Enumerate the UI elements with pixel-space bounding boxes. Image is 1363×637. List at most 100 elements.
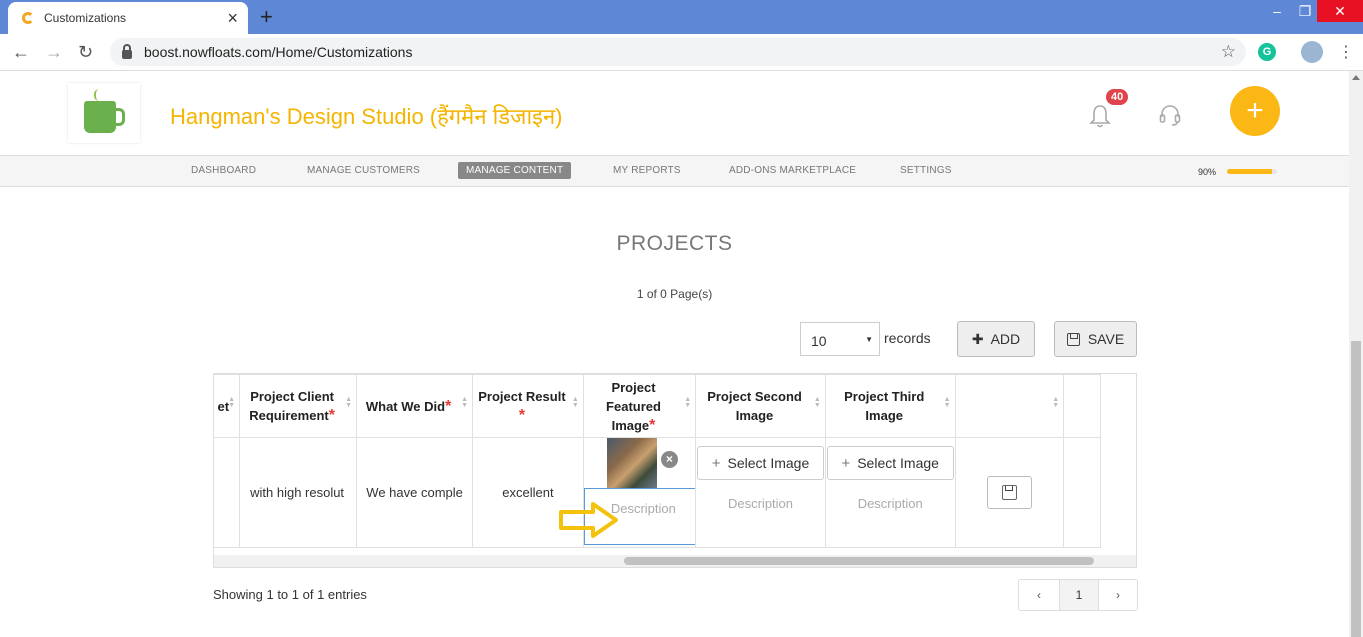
- select-second-image-button[interactable]: + Select Image: [697, 446, 824, 480]
- page-scrollbar-thumb[interactable]: [1351, 341, 1361, 637]
- menu-settings[interactable]: SETTINGS: [900, 165, 952, 176]
- records-per-page-select[interactable]: 10 ▼: [800, 322, 880, 356]
- remove-image-icon[interactable]: ×: [660, 451, 678, 468]
- scrollbar-thumb[interactable]: [624, 557, 1094, 565]
- entries-info: Showing 1 to 1 of 1 entries: [213, 587, 367, 602]
- scroll-up-icon[interactable]: [1352, 75, 1360, 80]
- page-1-button[interactable]: 1: [1059, 580, 1098, 610]
- page: Hangman's Design Studio (हैंगमैन डिजाइन)…: [0, 71, 1349, 637]
- cell-client-requirement[interactable]: with high resolut: [239, 437, 358, 548]
- fab-plus-icon: +: [1246, 94, 1264, 127]
- tab-close-icon[interactable]: ×: [227, 8, 238, 29]
- projects-table: et ▲ ▼ Project Client Requirement* ▲ ▼ What …: [213, 373, 1137, 568]
- required-asterisk: *: [518, 407, 526, 424]
- page-title: PROJECTS: [616, 232, 733, 255]
- records-label: records: [884, 330, 931, 346]
- new-tab-icon[interactable]: +: [260, 4, 273, 30]
- steam-icon: [94, 89, 104, 101]
- header-actions[interactable]: ▲ ▼: [954, 374, 1065, 438]
- add-label: ADD: [990, 331, 1021, 347]
- header-featured-image[interactable]: Project Featured Image* ▲ ▼: [582, 374, 697, 438]
- notification-badge: 40: [1106, 89, 1129, 105]
- cell-actions: [954, 437, 1065, 548]
- minimize-icon[interactable]: –: [1262, 0, 1292, 22]
- grammarly-letter: G: [1262, 46, 1272, 58]
- profile-progress-label: 90%: [1198, 167, 1217, 177]
- table-row: with high resolut We have comple excelle…: [214, 437, 1101, 548]
- pagination: ‹ 1 ›: [1018, 579, 1138, 611]
- annotation-arrow-icon: [559, 502, 618, 538]
- sort-icon[interactable]: ▲ ▼: [814, 396, 821, 409]
- menu-my-reports[interactable]: MY REPORTS: [613, 165, 681, 176]
- plus-icon: ✚: [971, 330, 984, 347]
- header-what-we-did[interactable]: What We Did* ▲ ▼: [356, 374, 474, 438]
- support-headset-icon[interactable]: [1158, 103, 1182, 127]
- menu-addons-marketplace[interactable]: ADD-ONS MARKETPLACE: [729, 165, 856, 176]
- cell-what-we-did[interactable]: We have comple: [356, 437, 474, 548]
- sort-icon[interactable]: ▲ ▼: [1052, 396, 1059, 409]
- menu-manage-content[interactable]: MANAGE CONTENT: [458, 162, 572, 179]
- quick-add-button[interactable]: +: [1230, 86, 1280, 136]
- save-button[interactable]: SAVE: [1054, 321, 1137, 357]
- row-save-button[interactable]: [986, 476, 1032, 509]
- reload-icon[interactable]: ↻: [78, 42, 93, 63]
- sort-icon[interactable]: ▲ ▼: [944, 396, 951, 409]
- sort-icon[interactable]: ▲ ▼: [684, 396, 691, 409]
- header-second-image[interactable]: Project Second Image ▲ ▼: [695, 374, 826, 438]
- cell-extra: [1063, 437, 1101, 548]
- url-input[interactable]: boost.nowfloats.com/Home/Customizations …: [110, 38, 1246, 66]
- prev-page-button[interactable]: ‹: [1019, 580, 1059, 610]
- sort-icon[interactable]: ▲ ▼: [228, 396, 235, 409]
- header-project-title[interactable]: et ▲ ▼: [214, 374, 241, 438]
- favicon-icon: [22, 12, 34, 24]
- plus-icon: +: [711, 454, 721, 472]
- menu-manage-customers[interactable]: MANAGE CUSTOMERS: [307, 165, 420, 176]
- grammarly-extension-icon[interactable]: G: [1258, 43, 1276, 61]
- second-description-input[interactable]: Description: [697, 496, 825, 511]
- sort-icon[interactable]: ▲ ▼: [461, 396, 468, 409]
- header-label: Project Second Image: [707, 389, 802, 423]
- page-scrollbar[interactable]: [1349, 71, 1363, 637]
- sort-icon[interactable]: ▲ ▼: [345, 396, 352, 409]
- mug-icon: [84, 101, 125, 133]
- header-extra: [1063, 374, 1101, 438]
- cell-second-image: + Select Image Description: [695, 437, 826, 548]
- site-logo[interactable]: [68, 83, 140, 143]
- add-button[interactable]: ✚ ADD: [957, 321, 1035, 357]
- browser-menu-icon[interactable]: ⋮: [1338, 42, 1354, 62]
- site-title: Hangman's Design Studio (हैंगमैन डिजाइन): [170, 104, 563, 129]
- table-header-row: et ▲ ▼ Project Client Requirement* ▲ ▼ What …: [214, 374, 1101, 438]
- select-third-image-button[interactable]: + Select Image: [826, 446, 954, 480]
- third-description-input[interactable]: Description: [826, 496, 954, 511]
- notification-bell-icon[interactable]: [1088, 103, 1112, 129]
- floppy-disk-icon: [1066, 332, 1080, 346]
- cell-third-image: + Select Image Description: [824, 437, 956, 548]
- required-asterisk: *: [445, 397, 452, 415]
- window-close-icon[interactable]: ✕: [1317, 0, 1363, 22]
- floppy-disk-icon: [1001, 485, 1017, 500]
- header-client-requirement[interactable]: Project Client Requirement* ▲ ▼: [239, 374, 358, 438]
- cell-project-title[interactable]: [214, 437, 241, 548]
- url-text: boost.nowfloats.com/Home/Customizations: [144, 44, 413, 60]
- tab-title: Customizations: [44, 11, 127, 25]
- page-info: 1 of 0 Page(s): [636, 287, 713, 301]
- address-bar: ← → ↻ boost.nowfloats.com/Home/Customiza…: [0, 34, 1363, 71]
- restore-icon[interactable]: ❐: [1290, 0, 1320, 22]
- back-icon[interactable]: ←: [12, 42, 30, 63]
- bookmark-star-icon[interactable]: ☆: [1221, 42, 1236, 62]
- forward-icon[interactable]: →: [45, 42, 63, 63]
- menu-dashboard[interactable]: DASHBOARD: [191, 165, 256, 176]
- header-project-result[interactable]: Project Result * ▲ ▼: [472, 374, 584, 438]
- browser-tab[interactable]: Customizations ×: [8, 2, 248, 34]
- header-third-image[interactable]: Project Third Image ▲ ▼: [824, 374, 956, 438]
- profile-avatar[interactable]: [1301, 41, 1323, 63]
- sort-icon[interactable]: ▲ ▼: [572, 396, 579, 409]
- save-label: SAVE: [1087, 331, 1125, 347]
- header-label: Project Client Requirement: [249, 389, 334, 423]
- profile-progress-fill: [1227, 169, 1272, 174]
- browser-tab-bar: Customizations × + – ❐ ✕: [0, 0, 1363, 34]
- table-horizontal-scrollbar[interactable]: [214, 555, 1136, 567]
- next-page-button[interactable]: ›: [1098, 580, 1137, 610]
- records-value: 10: [811, 333, 827, 349]
- featured-image-thumbnail[interactable]: [606, 438, 657, 488]
